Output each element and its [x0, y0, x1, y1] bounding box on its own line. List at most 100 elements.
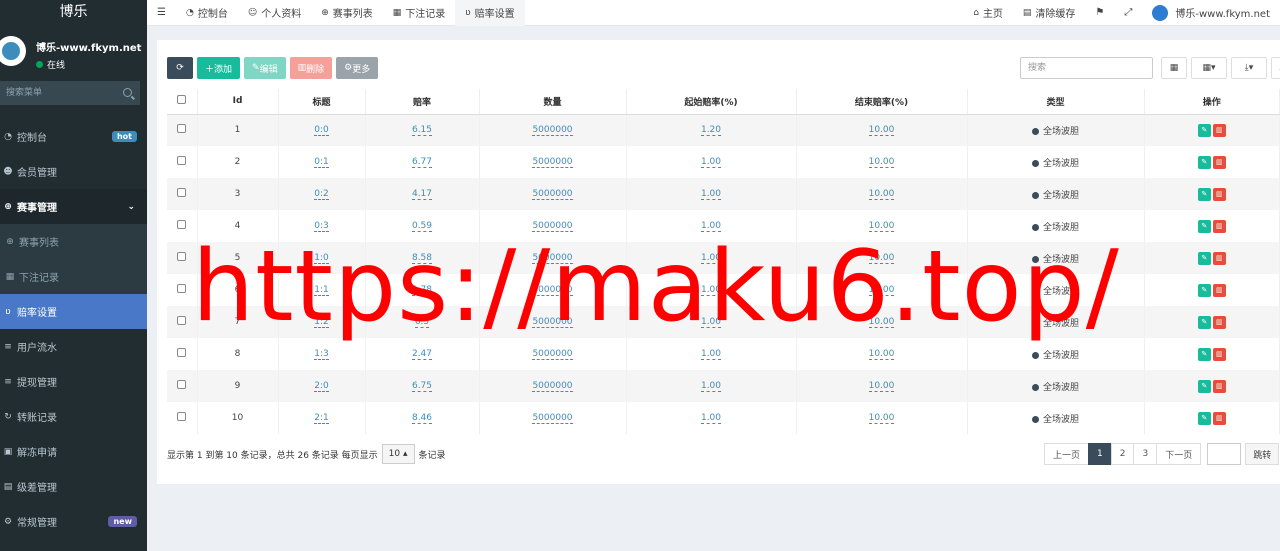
- cell-quantity[interactable]: 5000000: [532, 221, 573, 232]
- translate-button[interactable]: ⚑: [1085, 0, 1114, 26]
- sidebar-item-9[interactable]: ▣ 解冻申请: [0, 434, 147, 469]
- tab-1[interactable]: ☺ 个人资料: [238, 0, 311, 26]
- sidebar-item-1[interactable]: ☻ 会员管理: [0, 154, 147, 189]
- cell-end-odds[interactable]: 10.00: [868, 189, 895, 200]
- row-checkbox[interactable]: [177, 380, 187, 389]
- cell-start-odds[interactable]: 1.00: [700, 221, 722, 232]
- user-menu[interactable]: 博乐-www.fkym.net: [1142, 0, 1280, 26]
- sidebar-item-8[interactable]: ↻ 转账记录: [0, 399, 147, 434]
- row-checkbox[interactable]: [177, 316, 187, 325]
- cell-title[interactable]: 0:2: [314, 189, 329, 200]
- col-type[interactable]: 类型: [967, 89, 1145, 115]
- cell-end-odds[interactable]: 10.00: [868, 317, 895, 328]
- row-checkbox[interactable]: [177, 348, 187, 357]
- jump-button[interactable]: 跳转: [1245, 443, 1280, 465]
- cell-odds[interactable]: 8.46: [411, 413, 433, 424]
- cell-title[interactable]: 0:1: [314, 157, 329, 168]
- cell-quantity[interactable]: 5000000: [532, 189, 573, 200]
- row-checkbox[interactable]: [177, 220, 187, 229]
- advanced-search-button[interactable]: ⌕: [1271, 57, 1280, 79]
- jump-page-input[interactable]: [1207, 443, 1242, 465]
- cell-odds[interactable]: 8.58: [411, 253, 433, 264]
- row-edit-button[interactable]: ✎: [1197, 411, 1211, 425]
- cell-end-odds[interactable]: 10.00: [868, 381, 895, 392]
- sidebar-item-4[interactable]: ▦ 下注记录: [0, 259, 147, 294]
- page-button-1[interactable]: 1: [1088, 443, 1112, 465]
- cell-start-odds[interactable]: 1.00: [700, 349, 722, 360]
- cell-odds[interactable]: 6.75: [411, 381, 433, 392]
- add-button[interactable]: ＋添加: [197, 57, 241, 79]
- row-checkbox[interactable]: [177, 412, 187, 421]
- toggle-view-button[interactable]: ▦: [1161, 57, 1187, 79]
- cell-end-odds[interactable]: 10.00: [868, 285, 895, 296]
- sidebar-item-11[interactable]: ⚙ 常规管理 new: [0, 504, 147, 539]
- cell-odds[interactable]: 2.47: [411, 349, 433, 360]
- tab-2[interactable]: ⊕ 赛事列表: [311, 0, 383, 26]
- row-checkbox[interactable]: [177, 188, 187, 197]
- col-odds[interactable]: 赔率: [365, 89, 480, 115]
- select-all-checkbox[interactable]: [177, 95, 187, 105]
- row-delete-button[interactable]: ▥: [1212, 219, 1226, 233]
- row-delete-button[interactable]: ▥: [1212, 411, 1226, 425]
- cell-end-odds[interactable]: 10.00: [868, 157, 895, 168]
- cell-quantity[interactable]: 5000000: [532, 413, 573, 424]
- cell-quantity[interactable]: 5000000: [532, 285, 573, 296]
- cell-quantity[interactable]: 5000000: [532, 381, 573, 392]
- sidebar-item-6[interactable]: ≡ 用户流水: [0, 329, 147, 364]
- page-button-2[interactable]: 2: [1110, 443, 1135, 465]
- cell-odds[interactable]: 1.78: [411, 285, 433, 296]
- col-start-odds[interactable]: 起始赔率(%): [626, 89, 797, 115]
- row-delete-button[interactable]: ▥: [1212, 123, 1226, 137]
- row-delete-button[interactable]: ▥: [1212, 379, 1226, 393]
- col-id[interactable]: Id: [197, 89, 279, 115]
- cell-start-odds[interactable]: 1.00: [700, 317, 722, 328]
- edit-button[interactable]: ✎ 编辑: [244, 57, 286, 79]
- cell-odds[interactable]: 6.77: [411, 157, 433, 168]
- cell-start-odds[interactable]: 1.00: [700, 157, 722, 168]
- cell-start-odds[interactable]: 1.00: [700, 253, 722, 264]
- cell-title[interactable]: 0:3: [314, 221, 329, 232]
- row-checkbox[interactable]: [177, 252, 187, 261]
- row-delete-button[interactable]: ▥: [1212, 283, 1226, 297]
- cell-odds[interactable]: 4.17: [411, 189, 433, 200]
- col-quantity[interactable]: 数量: [479, 89, 627, 115]
- row-checkbox[interactable]: [177, 284, 187, 293]
- page-size-select[interactable]: 10 ▴: [381, 444, 415, 464]
- clear-cache-button[interactable]: ▤ 清除缓存: [1013, 0, 1086, 26]
- row-delete-button[interactable]: ▥: [1212, 155, 1226, 169]
- sidebar-item-5[interactable]: ʋ 赔率设置: [0, 294, 147, 329]
- col-title[interactable]: 标题: [278, 89, 366, 115]
- cell-title[interactable]: 1:2: [314, 317, 329, 328]
- prev-page-button[interactable]: 上一页: [1044, 443, 1090, 465]
- row-edit-button[interactable]: ✎: [1197, 347, 1211, 361]
- row-checkbox[interactable]: [177, 124, 187, 134]
- cell-title[interactable]: 1:1: [314, 285, 329, 296]
- cell-start-odds[interactable]: 1.20: [700, 125, 722, 137]
- row-delete-button[interactable]: ▥: [1212, 315, 1226, 329]
- cell-quantity[interactable]: 5000000: [532, 125, 573, 137]
- cell-start-odds[interactable]: 1.00: [700, 285, 722, 296]
- row-edit-button[interactable]: ✎: [1197, 283, 1211, 297]
- next-page-button[interactable]: 下一页: [1156, 443, 1202, 465]
- cell-end-odds[interactable]: 10.00: [868, 253, 895, 264]
- row-edit-button[interactable]: ✎: [1197, 251, 1211, 265]
- row-delete-button[interactable]: ▥: [1212, 187, 1226, 201]
- cell-end-odds[interactable]: 10.00: [868, 125, 895, 137]
- sidebar-item-2[interactable]: ⊕ 赛事管理 ⌄: [0, 189, 147, 224]
- row-edit-button[interactable]: ✎: [1197, 379, 1211, 393]
- col-end-odds[interactable]: 结束赔率(%): [796, 89, 968, 115]
- menu-search-input[interactable]: 搜索菜单: [0, 81, 140, 105]
- refresh-button[interactable]: ⟳: [167, 57, 193, 79]
- tab-4[interactable]: ʋ 赔率设置: [455, 0, 525, 26]
- sidebar-item-12[interactable]: ✚插件管理new: [0, 539, 147, 551]
- export-button[interactable]: ⤓▾: [1231, 57, 1267, 79]
- hamburger-icon[interactable]: ☰: [157, 7, 166, 18]
- sidebar-item-0[interactable]: ◔ 控制台 hot: [0, 119, 147, 154]
- row-checkbox[interactable]: [177, 156, 187, 165]
- cell-end-odds[interactable]: 10.00: [868, 349, 895, 360]
- row-edit-button[interactable]: ✎: [1197, 315, 1211, 329]
- cell-title[interactable]: 0:0: [314, 125, 329, 137]
- cell-quantity[interactable]: 5000000: [532, 157, 573, 168]
- row-delete-button[interactable]: ▥: [1212, 347, 1226, 361]
- row-edit-button[interactable]: ✎: [1197, 219, 1211, 233]
